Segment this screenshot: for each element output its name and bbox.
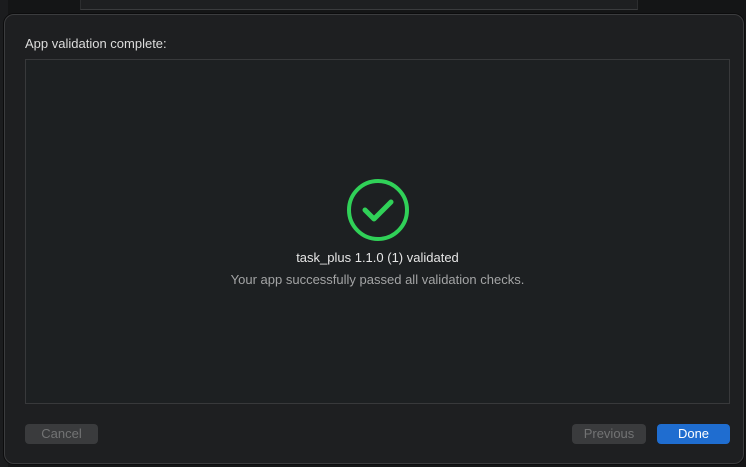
cancel-button[interactable]: Cancel — [25, 424, 98, 444]
result-subtitle: Your app successfully passed all validat… — [230, 272, 525, 287]
result-panel: task_plus 1.1.0 (1) validated Your app s… — [25, 59, 730, 404]
result-title: task_plus 1.1.0 (1) validated — [296, 250, 459, 265]
done-button[interactable]: Done — [657, 424, 730, 444]
dialog-title: App validation complete: — [25, 36, 167, 51]
previous-button[interactable]: Previous — [572, 424, 646, 444]
checkmark-circle-icon — [347, 179, 409, 241]
validation-dialog: App validation complete: task_plus 1.1.0… — [4, 14, 744, 464]
background-window-strip — [80, 0, 638, 10]
